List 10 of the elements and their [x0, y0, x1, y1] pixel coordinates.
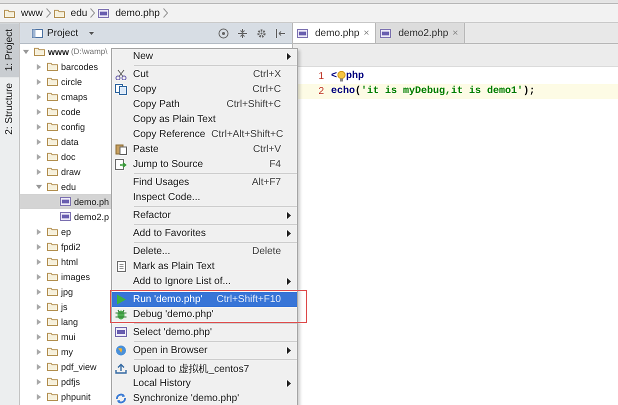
line-number: 2 — [317, 86, 325, 97]
code-text: ); — [523, 86, 536, 97]
line-number: 1 — [317, 71, 325, 82]
code-text: ( — [355, 86, 362, 97]
tab-label: demo2.php — [398, 28, 448, 38]
code-text: php — [346, 71, 364, 82]
code-text: 'it is myDebug,it is demo1' — [361, 86, 524, 97]
code-text: echo — [331, 86, 356, 97]
tab-label: demo.php — [315, 28, 360, 38]
code-text: < — [331, 71, 338, 82]
